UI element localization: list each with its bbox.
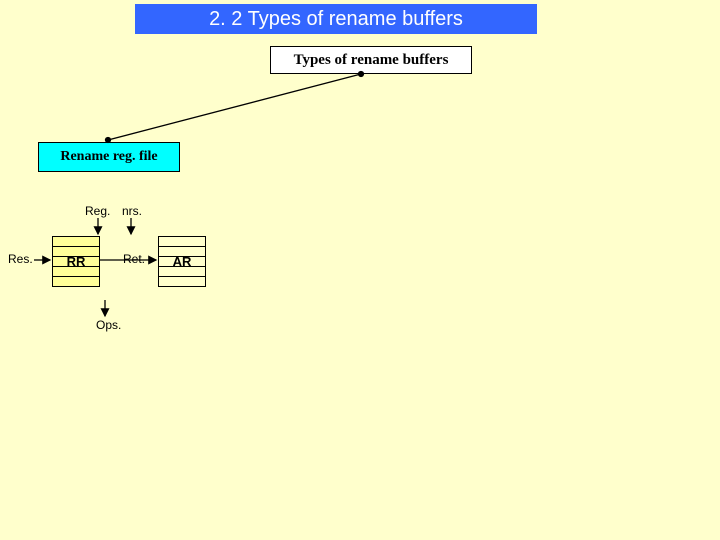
arrows-overlay (0, 0, 720, 540)
rr-table: RR (52, 236, 100, 287)
label-ops: Ops. (96, 318, 121, 332)
rename-reg-file-box: Rename reg. file (38, 142, 180, 172)
label-reg: Reg. (85, 204, 110, 218)
label-res: Res. (8, 252, 33, 266)
connector-line (108, 74, 361, 140)
types-box: Types of rename buffers (270, 46, 472, 74)
label-ret: Ret. (123, 252, 145, 266)
rr-label: RR (53, 251, 99, 271)
ar-table: AR (158, 236, 206, 287)
ar-label: AR (159, 251, 205, 271)
slide-title: 2. 2 Types of rename buffers (135, 4, 537, 34)
label-nrs: nrs. (122, 204, 142, 218)
